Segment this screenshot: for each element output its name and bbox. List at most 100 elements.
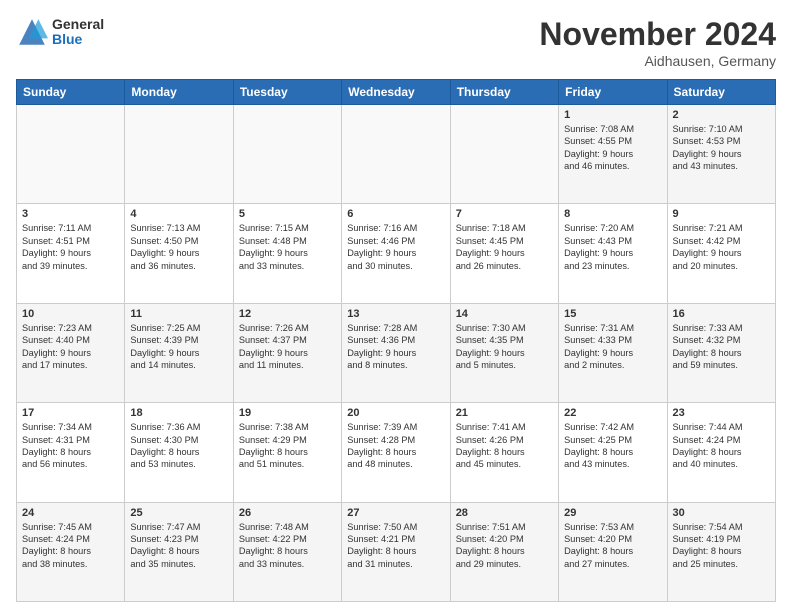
- header-monday: Monday: [125, 80, 233, 105]
- day-info: Sunrise: 7:45 AM Sunset: 4:24 PM Dayligh…: [22, 521, 119, 571]
- day-info: Sunrise: 7:28 AM Sunset: 4:36 PM Dayligh…: [347, 322, 444, 372]
- header-friday: Friday: [559, 80, 667, 105]
- table-row: 17 Sunrise: 7:34 AM Sunset: 4:31 PM Dayli…: [17, 403, 125, 502]
- day-info: Sunrise: 7:08 AM Sunset: 4:55 PM Dayligh…: [564, 123, 661, 173]
- calendar-week-row: 10 Sunrise: 7:23 AM Sunset: 4:40 PM Dayli…: [17, 303, 776, 402]
- table-row: 20 Sunrise: 7:39 AM Sunset: 4:28 PM Dayli…: [342, 403, 450, 502]
- day-info: Sunrise: 7:13 AM Sunset: 4:50 PM Dayligh…: [130, 222, 227, 272]
- table-row: 21 Sunrise: 7:41 AM Sunset: 4:26 PM Dayli…: [450, 403, 558, 502]
- table-row: 5 Sunrise: 7:15 AM Sunset: 4:48 PM Daylig…: [233, 204, 341, 303]
- day-info: Sunrise: 7:30 AM Sunset: 4:35 PM Dayligh…: [456, 322, 553, 372]
- day-number: 16: [673, 308, 770, 320]
- table-row: 26Sunrise: 7:48 AM Sunset: 4:22 PM Dayli…: [233, 502, 341, 601]
- table-row: [125, 105, 233, 204]
- table-row: 2 Sunrise: 7:10 AM Sunset: 4:53 PM Daylig…: [667, 105, 775, 204]
- day-info: Sunrise: 7:33 AM Sunset: 4:32 PM Dayligh…: [673, 322, 770, 372]
- table-row: 4 Sunrise: 7:13 AM Sunset: 4:50 PM Daylig…: [125, 204, 233, 303]
- table-row: 12 Sunrise: 7:26 AM Sunset: 4:37 PM Dayli…: [233, 303, 341, 402]
- table-row: 24 Sunrise: 7:45 AM Sunset: 4:24 PM Dayli…: [17, 502, 125, 601]
- day-number: 13: [347, 308, 444, 320]
- table-row: 29 Sunrise: 7:53 AM Sunset: 4:20 PM Dayli…: [559, 502, 667, 601]
- day-number: 4: [130, 208, 227, 220]
- day-info: Sunrise: 7:10 AM Sunset: 4:53 PM Dayligh…: [673, 123, 770, 173]
- table-row: 8Sunrise: 7:20 AM Sunset: 4:43 PM Daylig…: [559, 204, 667, 303]
- day-info: Sunrise: 7:41 AM Sunset: 4:26 PM Dayligh…: [456, 421, 553, 471]
- day-number: 6: [347, 208, 444, 220]
- table-row: 28 Sunrise: 7:51 AM Sunset: 4:20 PM Dayli…: [450, 502, 558, 601]
- table-row: 15 Sunrise: 7:31 AM Sunset: 4:33 PM Dayli…: [559, 303, 667, 402]
- day-info: Sunrise: 7:34 AM Sunset: 4:31 PM Dayligh…: [22, 421, 119, 471]
- day-number: 17: [22, 407, 119, 419]
- table-row: 25 Sunrise: 7:47 AM Sunset: 4:23 PM Dayli…: [125, 502, 233, 601]
- day-number: 2: [673, 109, 770, 121]
- logo-general-text: General: [52, 17, 104, 32]
- day-info: Sunrise: 7:39 AM Sunset: 4:28 PM Dayligh…: [347, 421, 444, 471]
- day-number: 29: [564, 507, 661, 519]
- day-number: 5: [239, 208, 336, 220]
- day-info: Sunrise: 7:11 AM Sunset: 4:51 PM Dayligh…: [22, 222, 119, 272]
- day-number: 26: [239, 507, 336, 519]
- day-number: 20: [347, 407, 444, 419]
- table-row: 10 Sunrise: 7:23 AM Sunset: 4:40 PM Dayli…: [17, 303, 125, 402]
- day-number: 12: [239, 308, 336, 320]
- table-row: 23 Sunrise: 7:44 AM Sunset: 4:24 PM Dayli…: [667, 403, 775, 502]
- day-number: 28: [456, 507, 553, 519]
- day-info: Sunrise: 7:21 AM Sunset: 4:42 PM Dayligh…: [673, 222, 770, 272]
- day-info: Sunrise: 7:18 AM Sunset: 4:45 PM Dayligh…: [456, 222, 553, 272]
- day-number: 9: [673, 208, 770, 220]
- calendar-week-row: 24 Sunrise: 7:45 AM Sunset: 4:24 PM Dayli…: [17, 502, 776, 601]
- day-info: Sunrise: 7:47 AM Sunset: 4:23 PM Dayligh…: [130, 521, 227, 571]
- day-number: 10: [22, 308, 119, 320]
- header: General Blue November 2024 Aidhausen, Ge…: [16, 16, 776, 69]
- table-row: 18Sunrise: 7:36 AM Sunset: 4:30 PM Dayli…: [125, 403, 233, 502]
- table-row: 30 Sunrise: 7:54 AM Sunset: 4:19 PM Dayli…: [667, 502, 775, 601]
- table-row: 6 Sunrise: 7:16 AM Sunset: 4:46 PM Daylig…: [342, 204, 450, 303]
- day-info: Sunrise: 7:54 AM Sunset: 4:19 PM Dayligh…: [673, 521, 770, 571]
- calendar-table: Sunday Monday Tuesday Wednesday Thursday…: [16, 79, 776, 602]
- day-info: Sunrise: 7:15 AM Sunset: 4:48 PM Dayligh…: [239, 222, 336, 272]
- calendar-week-row: 3 Sunrise: 7:11 AM Sunset: 4:51 PM Daylig…: [17, 204, 776, 303]
- table-row: 14Sunrise: 7:30 AM Sunset: 4:35 PM Dayli…: [450, 303, 558, 402]
- table-row: [450, 105, 558, 204]
- day-info: Sunrise: 7:42 AM Sunset: 4:25 PM Dayligh…: [564, 421, 661, 471]
- table-row: 1Sunrise: 7:08 AM Sunset: 4:55 PM Daylig…: [559, 105, 667, 204]
- day-info: Sunrise: 7:50 AM Sunset: 4:21 PM Dayligh…: [347, 521, 444, 571]
- table-row: 27 Sunrise: 7:50 AM Sunset: 4:21 PM Dayli…: [342, 502, 450, 601]
- header-saturday: Saturday: [667, 80, 775, 105]
- calendar-header-row: Sunday Monday Tuesday Wednesday Thursday…: [17, 80, 776, 105]
- table-row: 7 Sunrise: 7:18 AM Sunset: 4:45 PM Daylig…: [450, 204, 558, 303]
- day-info: Sunrise: 7:31 AM Sunset: 4:33 PM Dayligh…: [564, 322, 661, 372]
- table-row: [17, 105, 125, 204]
- day-number: 15: [564, 308, 661, 320]
- page: General Blue November 2024 Aidhausen, Ge…: [0, 0, 792, 612]
- day-number: 3: [22, 208, 119, 220]
- day-info: Sunrise: 7:23 AM Sunset: 4:40 PM Dayligh…: [22, 322, 119, 372]
- day-number: 8: [564, 208, 661, 220]
- day-info: Sunrise: 7:16 AM Sunset: 4:46 PM Dayligh…: [347, 222, 444, 272]
- day-number: 30: [673, 507, 770, 519]
- logo-blue-text: Blue: [52, 32, 104, 47]
- day-number: 25: [130, 507, 227, 519]
- calendar-week-row: 1Sunrise: 7:08 AM Sunset: 4:55 PM Daylig…: [17, 105, 776, 204]
- table-row: 16 Sunrise: 7:33 AM Sunset: 4:32 PM Dayli…: [667, 303, 775, 402]
- day-number: 27: [347, 507, 444, 519]
- location: Aidhausen, Germany: [539, 53, 776, 69]
- day-number: 23: [673, 407, 770, 419]
- day-info: Sunrise: 7:53 AM Sunset: 4:20 PM Dayligh…: [564, 521, 661, 571]
- table-row: 11Sunrise: 7:25 AM Sunset: 4:39 PM Dayli…: [125, 303, 233, 402]
- table-row: 3 Sunrise: 7:11 AM Sunset: 4:51 PM Daylig…: [17, 204, 125, 303]
- day-number: 24: [22, 507, 119, 519]
- header-sunday: Sunday: [17, 80, 125, 105]
- day-info: Sunrise: 7:25 AM Sunset: 4:39 PM Dayligh…: [130, 322, 227, 372]
- logo-icon: [16, 16, 48, 48]
- header-wednesday: Wednesday: [342, 80, 450, 105]
- day-info: Sunrise: 7:51 AM Sunset: 4:20 PM Dayligh…: [456, 521, 553, 571]
- day-info: Sunrise: 7:44 AM Sunset: 4:24 PM Dayligh…: [673, 421, 770, 471]
- logo: General Blue: [16, 16, 104, 48]
- day-number: 7: [456, 208, 553, 220]
- table-row: 9 Sunrise: 7:21 AM Sunset: 4:42 PM Daylig…: [667, 204, 775, 303]
- title-block: November 2024 Aidhausen, Germany: [539, 16, 776, 69]
- day-info: Sunrise: 7:26 AM Sunset: 4:37 PM Dayligh…: [239, 322, 336, 372]
- day-number: 21: [456, 407, 553, 419]
- table-row: 19Sunrise: 7:38 AM Sunset: 4:29 PM Dayli…: [233, 403, 341, 502]
